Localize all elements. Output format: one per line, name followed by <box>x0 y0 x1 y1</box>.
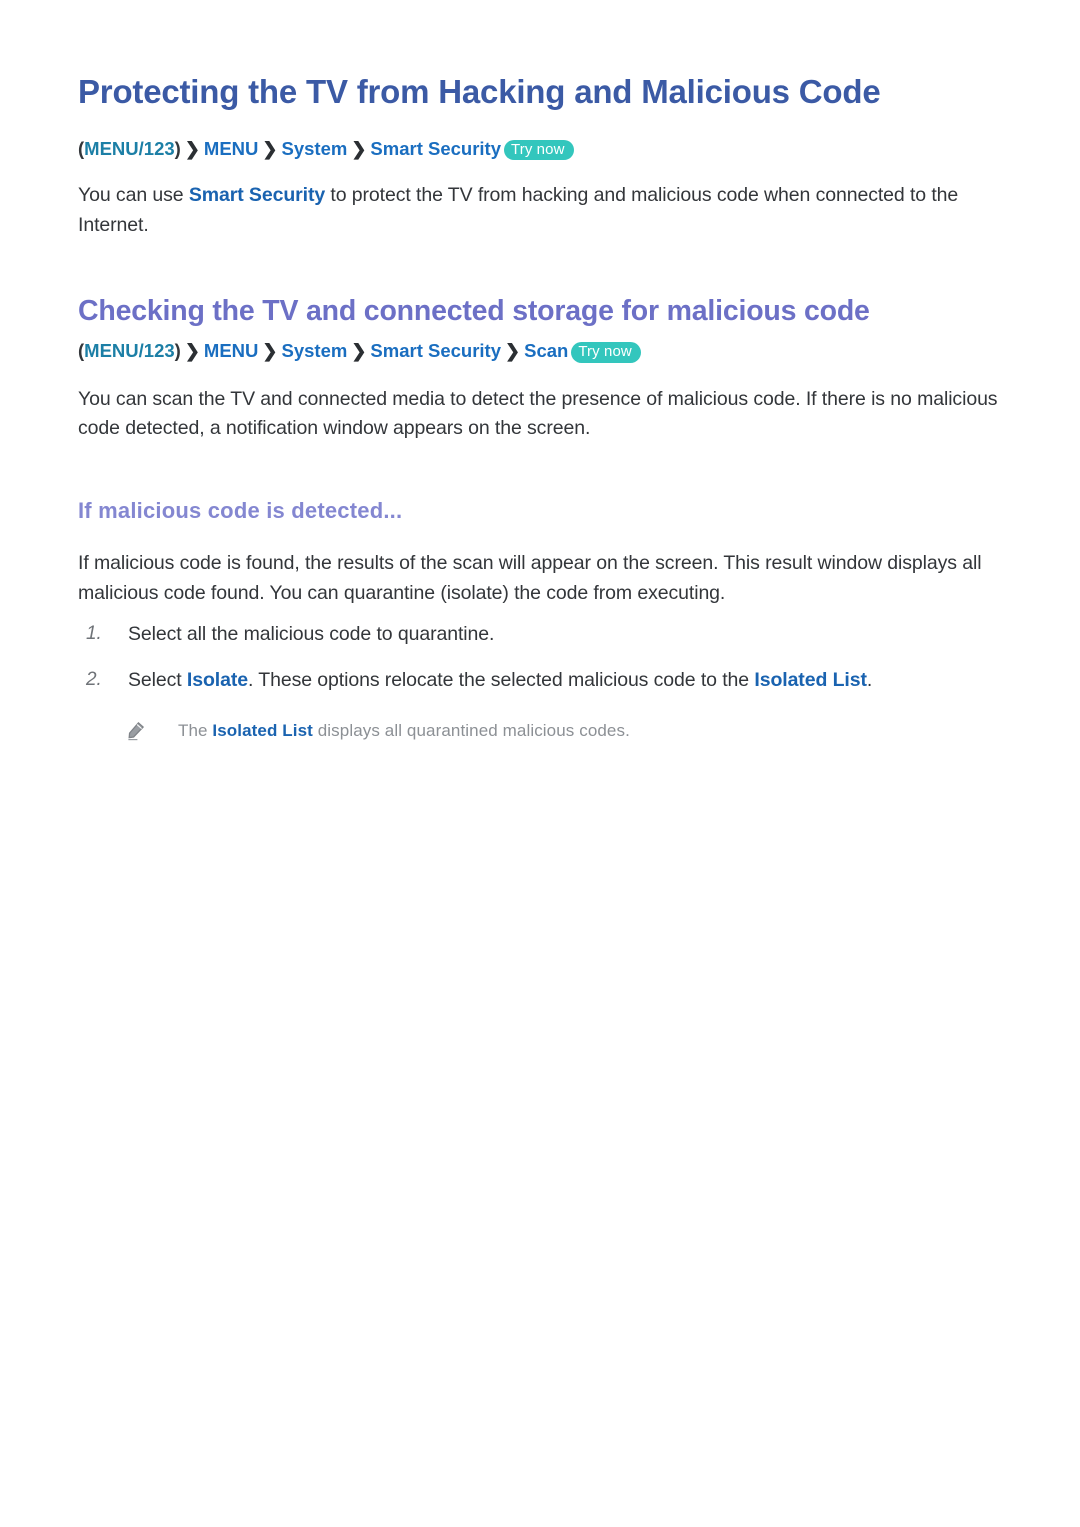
list-item-text-part1: Select <box>128 668 187 691</box>
breadcrumb-close-paren: ) <box>174 339 181 361</box>
breadcrumb-item-scan[interactable]: Scan <box>524 340 568 361</box>
breadcrumb-close-paren: ) <box>174 137 181 159</box>
intro-text-part1: You can use <box>78 184 189 207</box>
intro-paragraph: You can use Smart Security to protect th… <box>78 161 1002 240</box>
breadcrumb-item-menu123[interactable]: MENU/123 <box>84 138 174 159</box>
chevron-right-icon: ❯ <box>505 340 521 361</box>
link-isolate[interactable]: Isolate <box>187 669 248 691</box>
chevron-right-icon: ❯ <box>351 138 367 159</box>
breadcrumb-item-smart-security[interactable]: Smart Security <box>370 138 501 159</box>
list-item-text-part3: . <box>866 668 873 691</box>
chevron-right-icon: ❯ <box>351 340 367 361</box>
list-item: 2. Select Isolate. These options relocate… <box>78 666 1002 695</box>
breadcrumb-item-menu[interactable]: MENU <box>204 340 258 361</box>
pencil-icon <box>125 720 147 742</box>
section-heading-checking-storage: Checking the TV and connected storage fo… <box>78 294 870 327</box>
link-isolated-list[interactable]: Isolated List <box>212 721 313 740</box>
page-title: Protecting the TV from Hacking and Malic… <box>78 73 881 110</box>
subsection-paragraph: If malicious code is found, the results … <box>78 552 982 604</box>
section-paragraph: You can scan the TV and connected media … <box>78 387 998 440</box>
breadcrumb-item-system[interactable]: System <box>282 138 348 159</box>
breadcrumb-smart-security: (MENU/123) ❯ MENU ❯ System ❯ Smart Security Try… <box>78 112 1002 162</box>
chevron-right-icon: ❯ <box>262 138 278 159</box>
breadcrumb-item-menu123[interactable]: MENU/123 <box>84 340 174 361</box>
try-now-badge[interactable]: Try now <box>504 139 574 161</box>
try-now-badge[interactable]: Try now <box>571 341 641 363</box>
note-text-part1: The <box>178 720 213 740</box>
breadcrumb-item-system[interactable]: System <box>282 340 348 361</box>
list-item: 1. Select all the malicious code to quara… <box>78 620 1002 649</box>
breadcrumb-item-menu[interactable]: MENU <box>204 138 258 159</box>
link-smart-security[interactable]: Smart Security <box>189 184 325 206</box>
chevron-right-icon: ❯ <box>184 138 200 159</box>
document-page: Protecting the TV from Hacking and Malic… <box>0 0 1080 1527</box>
list-item-number: 2. <box>86 668 102 690</box>
note-isolated-list: The Isolated List displays all quarantin… <box>78 719 1002 744</box>
list-item-text-part2: . These options relocate the selected ma… <box>248 668 755 691</box>
list-item-number: 1. <box>86 623 102 645</box>
chevron-right-icon: ❯ <box>184 340 200 361</box>
breadcrumb-item-smart-security[interactable]: Smart Security <box>370 340 501 361</box>
note-text-part2: displays all quarantined malicious codes… <box>312 720 630 740</box>
steps-list: 1. Select all the malicious code to quara… <box>78 608 1002 695</box>
subsection-heading-malicious-detected: If malicious code is detected... <box>78 497 403 523</box>
list-item-text: Select all the malicious code to quarant… <box>128 623 495 646</box>
link-isolated-list[interactable]: Isolated List <box>754 669 867 691</box>
breadcrumb-scan: (MENU/123) ❯ MENU ❯ System ❯ Smart Security ❯ Sc… <box>78 328 1002 364</box>
chevron-right-icon: ❯ <box>262 340 278 361</box>
